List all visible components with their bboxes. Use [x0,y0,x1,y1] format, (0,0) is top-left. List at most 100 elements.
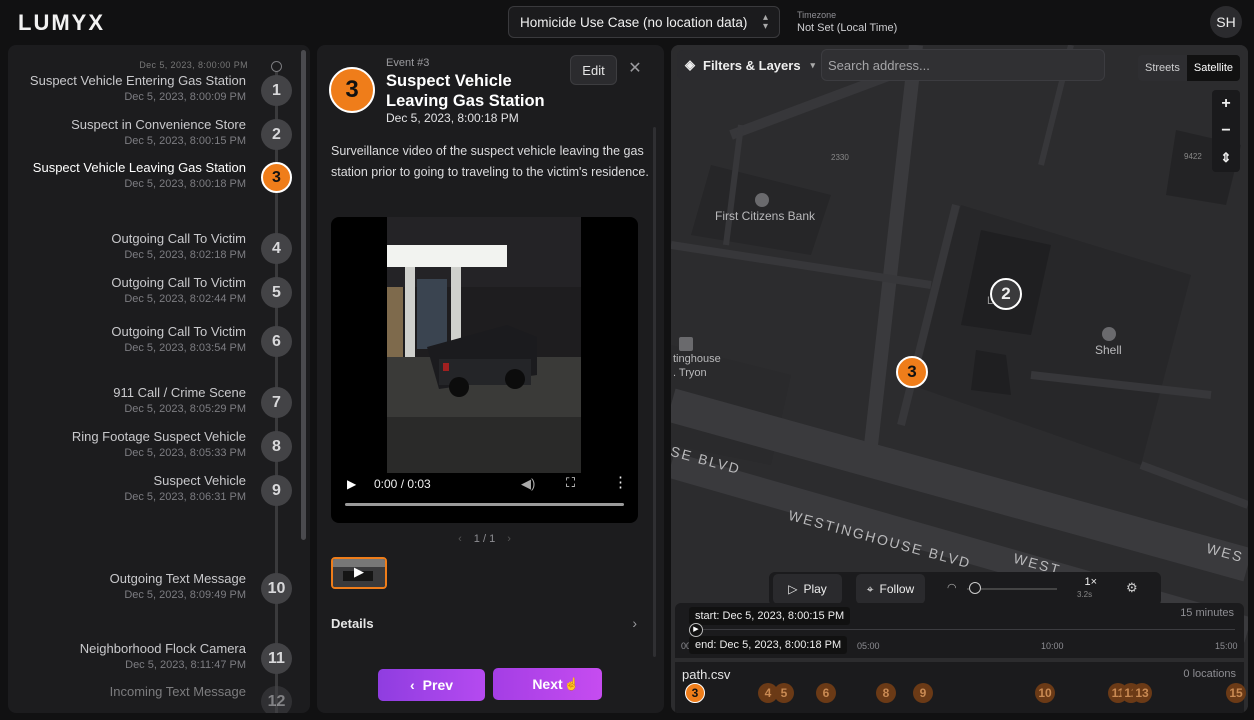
timeline-item-date: Dec 5, 2023, 8:00:09 PM [124,91,246,103]
zoom-out-icon[interactable]: − [1212,117,1240,144]
gas-station-poi-icon[interactable] [1102,327,1116,341]
path-marker-9[interactable]: 9 [913,683,933,703]
map-label-shell: Shell [1095,343,1122,357]
edit-button[interactable]: Edit [570,55,617,85]
timeline-item-title: Outgoing Call To Victim [111,231,246,246]
path-marker-3[interactable]: 3 [685,683,705,703]
time-range-duration: 15 minutes [1180,607,1234,619]
time-scrubber-handle[interactable]: ▶ [689,623,703,637]
event-scrollbar[interactable] [653,127,656,657]
zoom-in-icon[interactable]: + [1212,90,1240,117]
path-marker-5[interactable]: 5 [774,683,794,703]
video-player[interactable]: ▶ 0:00 / 0:03 ◀) ⛶ ⋮ [331,217,638,523]
speed-slider-handle[interactable] [969,582,981,594]
timeline-item-12[interactable]: Incoming Text Message 12 [8,684,308,713]
time-tick: 15:00 [1215,641,1238,651]
more-vertical-icon[interactable]: ⋮ [613,473,628,491]
sliders-icon[interactable]: ⚙ [1126,580,1138,596]
map-marker-3[interactable]: 3 [896,356,928,388]
timeline-item-7[interactable]: 911 Call / Crime Scene Dec 5, 2023, 8:05… [8,385,308,425]
next-button-label: Next [532,676,563,692]
app-logo[interactable]: LUMYX [18,10,105,36]
timeline-item-10[interactable]: Outgoing Text Message Dec 5, 2023, 8:09:… [8,571,308,611]
address-search-input[interactable] [821,49,1105,81]
timeline-item-2[interactable]: Suspect in Convenience Store Dec 5, 2023… [8,117,308,157]
play-button[interactable]: ▷ Play [773,574,842,604]
timeline-item-title: Neighborhood Flock Camera [79,641,246,656]
timeline-item-title: Outgoing Call To Victim [111,324,246,339]
time-tick: 10:00 [1041,641,1064,651]
user-avatar[interactable]: SH [1210,6,1242,38]
timeline-item-date: Dec 5, 2023, 8:09:49 PM [124,589,246,601]
address-number-2330: 2330 [831,153,849,162]
timeline-item-4[interactable]: Outgoing Call To Victim Dec 5, 2023, 8:0… [8,231,308,271]
time-track[interactable] [691,629,1235,630]
follow-button[interactable]: ⌖ Follow [856,574,925,604]
timeline-item-date: Dec 5, 2023, 8:03:54 PM [124,342,246,354]
map-marker-2[interactable]: 2 [990,278,1022,310]
path-marker-15[interactable]: 15 [1226,683,1246,703]
details-row[interactable]: Details › [331,615,637,635]
chevron-right-icon: › [632,615,637,631]
video-frame [387,217,581,473]
building-poi-icon[interactable] [679,337,693,351]
path-marker-13[interactable]: 13 [1132,683,1152,703]
path-marker-8[interactable]: 8 [876,683,896,703]
timeline-item-date: Dec 5, 2023, 8:05:33 PM [124,447,246,459]
timeline-item-6[interactable]: Outgoing Call To Victim Dec 5, 2023, 8:0… [8,324,308,364]
timeline-item-3[interactable]: Suspect Vehicle Leaving Gas Station Dec … [8,160,308,200]
chevron-left-icon: ‹ [409,677,415,693]
map-mode-toggle: Streets Satellite [1138,55,1240,81]
address-number-9422: 9422 [1184,152,1202,161]
fullscreen-icon[interactable]: ⛶ [566,475,575,491]
timeline-item-11[interactable]: Neighborhood Flock Camera Dec 5, 2023, 8… [8,641,308,681]
play-button-label: Play [803,582,827,596]
pager-prev-icon[interactable]: ‹ [458,533,462,545]
next-button[interactable]: Next [493,668,602,700]
compass-icon[interactable]: ⇕ [1212,144,1240,171]
play-icon[interactable]: ▶ [347,477,356,491]
hand-cursor-icon: ☝ [564,677,579,691]
filters-layers-button[interactable]: ◈ Filters & Layers ▾ [677,50,823,80]
event-panel: 3 Event #3 Suspect Vehicle Leaving Gas S… [317,45,664,713]
path-marker-10[interactable]: 10 [1035,683,1055,703]
timeline-start-dot [271,61,282,72]
timeline-item-date: Dec 5, 2023, 8:02:44 PM [124,293,246,305]
event-title: Suspect Vehicle Leaving Gas Station [386,72,545,110]
play-icon: ▶ [354,564,364,579]
timeline-item-1[interactable]: Suspect Vehicle Entering Gas Station Dec… [8,73,308,113]
play-icon: ▷ [788,582,798,596]
map-label-westinghouse-partial: tinghouse [673,353,721,365]
timeline-item-9[interactable]: Suspect Vehicle Dec 5, 2023, 8:06:31 PM … [8,473,308,513]
bank-poi-icon[interactable] [755,193,769,207]
video-progress-bar[interactable] [345,503,624,506]
video-controls: ▶ 0:00 / 0:03 ◀) ⛶ ⋮ [331,469,638,523]
map-mode-satellite[interactable]: Satellite [1186,55,1240,81]
time-range-start: start: Dec 5, 2023, 8:00:15 PM [689,607,851,625]
media-thumbnail[interactable]: ▶ [331,557,387,589]
timezone-display[interactable]: Timezone Not Set (Local Time) [797,10,897,34]
volume-icon[interactable]: ◀) [521,476,535,492]
playback-rate-duration: 3.2s [1077,590,1093,599]
timeline-item-number: 6 [261,326,292,357]
timeline-item-title: Outgoing Text Message [109,571,246,586]
timeline-item-8[interactable]: Ring Footage Suspect Vehicle Dec 5, 2023… [8,429,308,469]
gas-station-footage-image [387,217,581,473]
timeline-item-title: Incoming Text Message [109,684,246,699]
timeline-scrollbar[interactable] [301,50,306,540]
timeline-start-time: Dec 5, 2023, 8:00:00 PM [139,60,248,70]
timezone-value: Not Set (Local Time) [797,22,898,34]
case-select[interactable]: Homicide Use Case (no location data) ▴ ▾ [508,6,780,38]
chevron-up-down-icon: ▴ ▾ [762,12,768,32]
path-file-name: path.csv [682,667,731,682]
time-range-bar[interactable]: 00 05:00 10:00 15:00 start: Dec 5, 2023,… [675,603,1244,658]
timeline-item-number: 7 [261,387,292,418]
path-marker-6[interactable]: 6 [816,683,836,703]
close-icon[interactable]: ✕ [625,59,645,79]
map-mode-streets[interactable]: Streets [1138,55,1187,81]
crosshair-icon: ⌖ [866,581,874,596]
prev-button[interactable]: ‹ Prev [378,669,485,701]
map-panel[interactable]: First Citizens Bank Shell tinghouse . Tr… [671,45,1248,713]
timeline-item-5[interactable]: Outgoing Call To Victim Dec 5, 2023, 8:0… [8,275,308,315]
pager-next-icon[interactable]: › [507,533,511,545]
